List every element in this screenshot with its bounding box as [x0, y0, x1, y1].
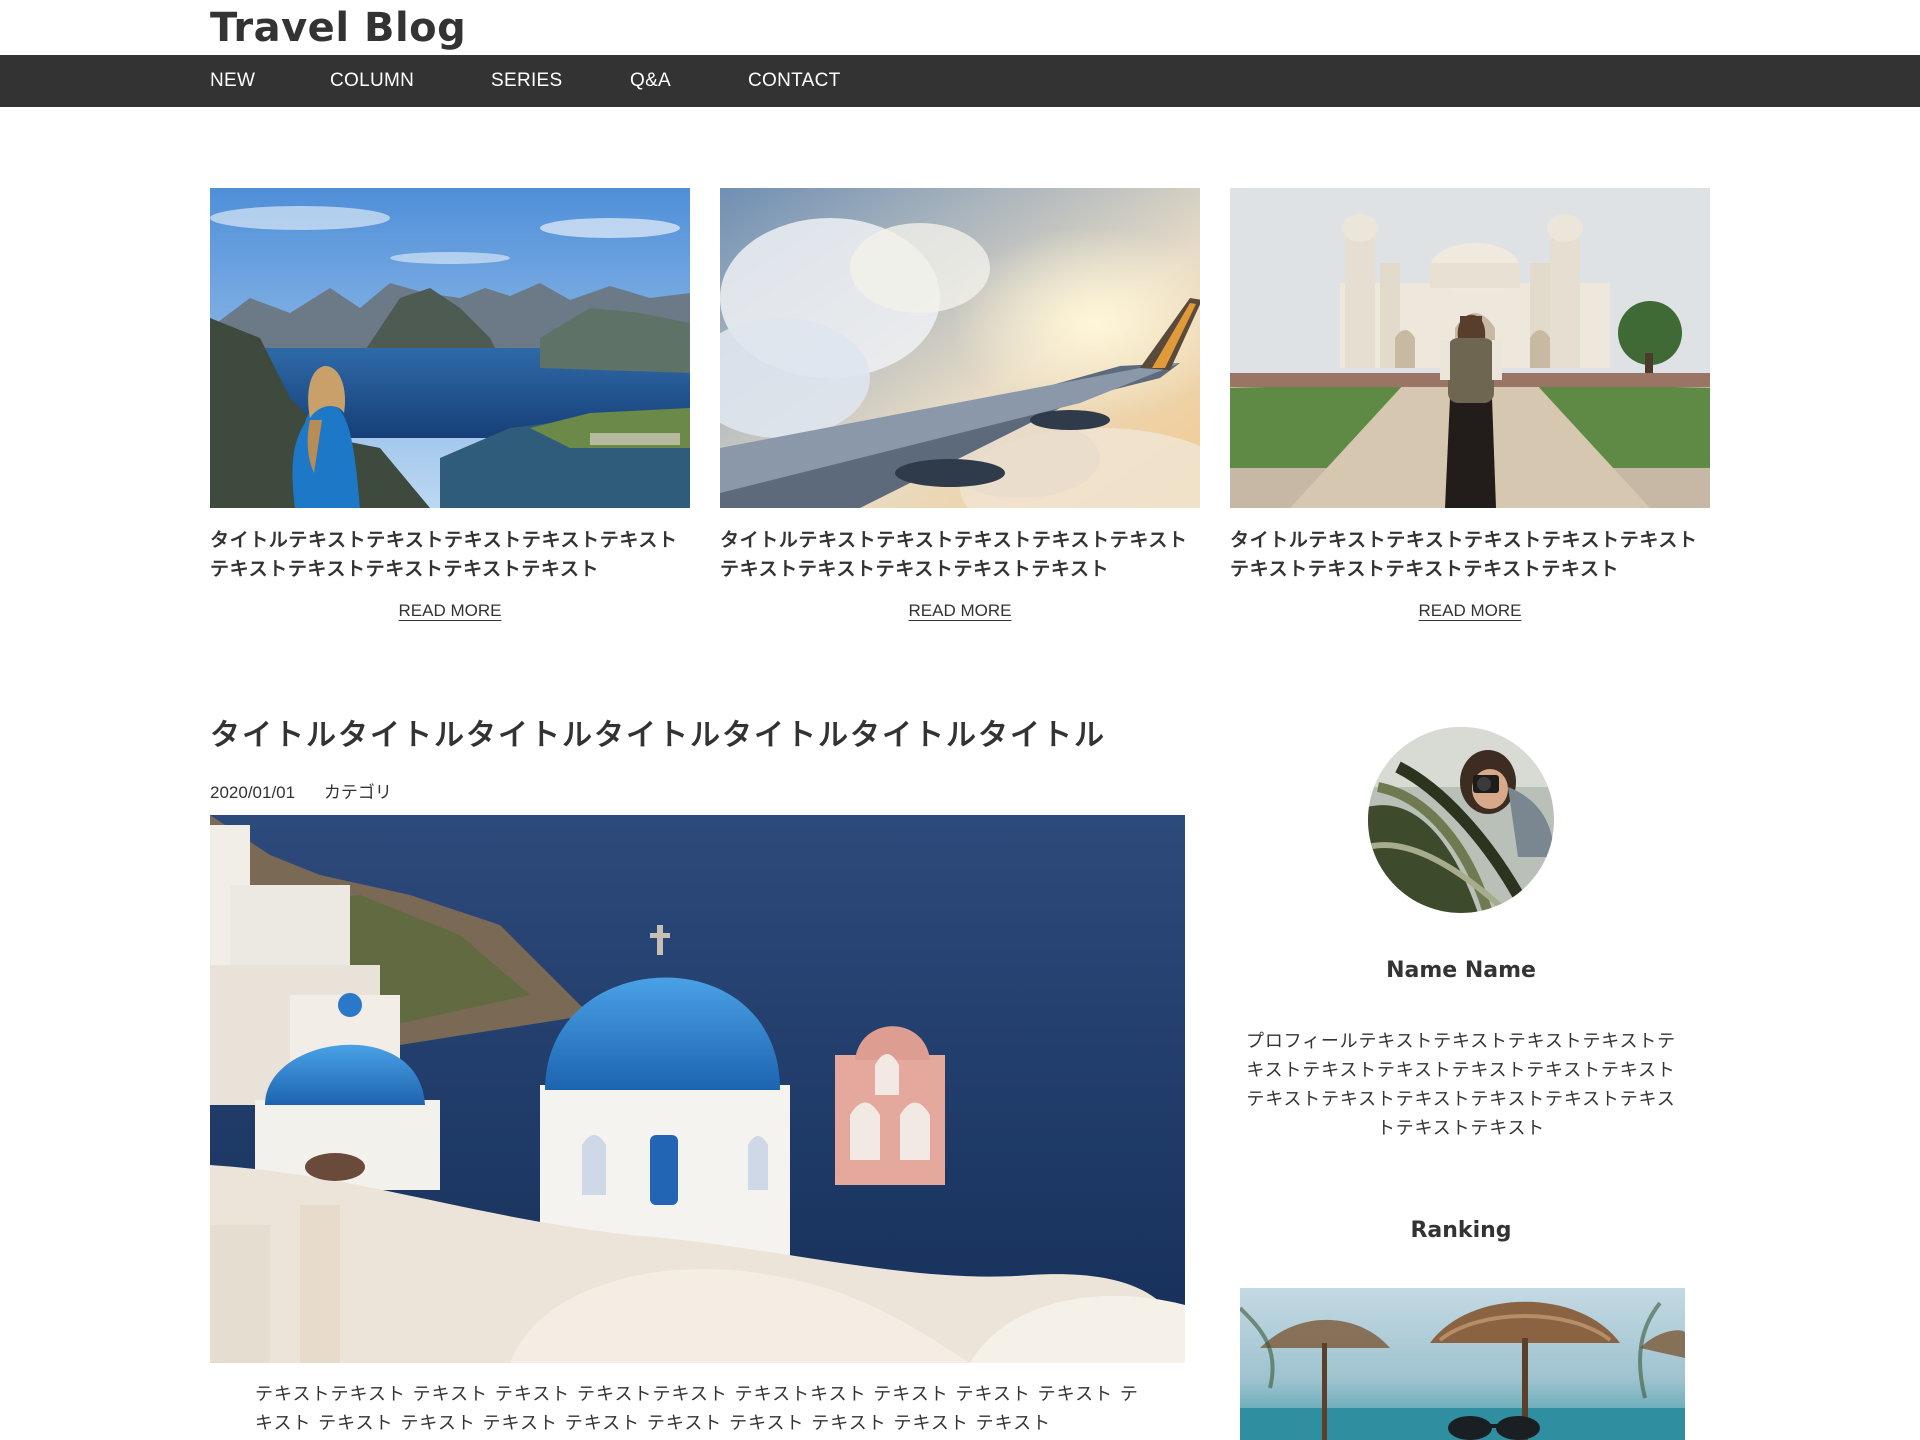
nav-item-qa[interactable]: Q&A — [630, 55, 671, 107]
beach-umbrella-photo[interactable] — [1240, 1288, 1685, 1440]
featured-card: タイトルテキストテキストテキストテキストテキストテキストテキストテキストテキスト… — [720, 188, 1200, 621]
santorini-domes-photo — [210, 815, 1185, 1363]
read-more-link[interactable]: READ MORE — [390, 601, 510, 621]
mountain-fjord-photo[interactable] — [210, 188, 690, 508]
read-more-link[interactable]: READ MORE — [900, 601, 1020, 621]
nav-item-column[interactable]: COLUMN — [330, 55, 414, 107]
site-title[interactable]: Travel Blog — [210, 2, 466, 54]
article-meta: 2020/01/01 カテゴリ — [210, 778, 416, 803]
airplane-wing-photo[interactable] — [720, 188, 1200, 508]
profile-name: Name Name — [1386, 958, 1536, 983]
nav-item-contact[interactable]: CONTACT — [748, 55, 841, 107]
photographer-avatar — [1368, 727, 1554, 913]
read-more-link[interactable]: READ MORE — [1410, 601, 1530, 621]
nav-item-series[interactable]: SERIES — [491, 55, 563, 107]
card-title[interactable]: タイトルテキストテキストテキストテキストテキストテキストテキストテキストテキスト… — [720, 526, 1200, 584]
monument-traveler-photo[interactable] — [1230, 188, 1710, 508]
profile-text: プロフィールテキストテキストテキストテキストテキストテキストテキストテキストテキ… — [1246, 1031, 1676, 1139]
featured-card: タイトルテキストテキストテキストテキストテキストテキストテキストテキストテキスト… — [1230, 188, 1710, 621]
article-date: 2020/01/01 — [210, 783, 296, 802]
site-header: Travel Blog — [0, 0, 1920, 55]
article-title[interactable]: タイトルタイトルタイトルタイトルタイトルタイトルタイトル — [210, 712, 1106, 760]
card-title[interactable]: タイトルテキストテキストテキストテキストテキストテキストテキストテキストテキスト… — [210, 526, 690, 584]
ranking-heading: Ranking — [1410, 1218, 1512, 1243]
nav-item-new[interactable]: NEW — [210, 55, 255, 107]
featured-card: タイトルテキストテキストテキストテキストテキストテキストテキストテキストテキスト… — [210, 188, 690, 621]
article-body: テキストテキスト テキスト テキスト テキストテキスト テキストキスト テキスト… — [255, 1384, 1139, 1434]
global-nav: NEW COLUMN SERIES Q&A CONTACT — [0, 55, 1920, 107]
article-category[interactable]: カテゴリ — [324, 783, 392, 802]
card-title[interactable]: タイトルテキストテキストテキストテキストテキストテキストテキストテキストテキスト… — [1230, 526, 1710, 584]
